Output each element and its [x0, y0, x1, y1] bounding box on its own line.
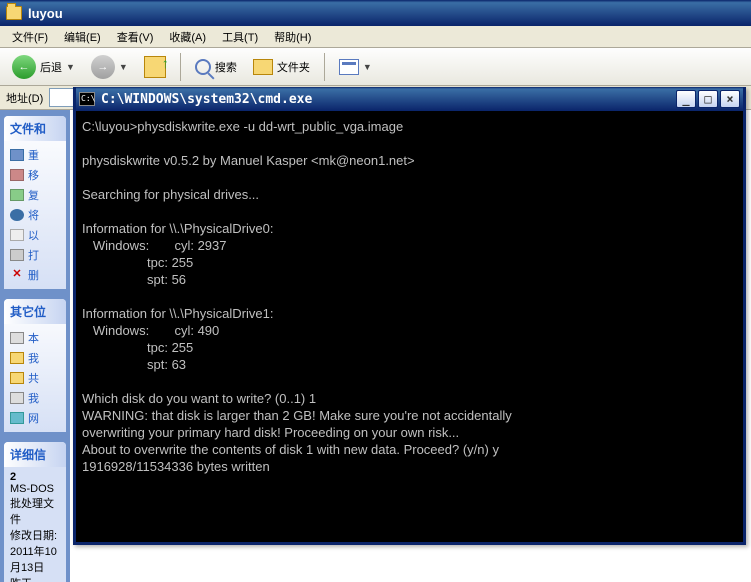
menu-fav[interactable]: 收藏(A)	[161, 27, 214, 47]
place-label: 共	[28, 370, 39, 386]
place-drive[interactable]: 本	[10, 328, 60, 348]
place-docs[interactable]: 我	[10, 348, 60, 368]
folders-icon	[253, 59, 273, 75]
task-rename[interactable]: 重	[10, 145, 60, 165]
search-label: 搜索	[215, 59, 237, 75]
explorer-titlebar[interactable]: luyou	[0, 0, 751, 26]
panel-header[interactable]: 文件和	[4, 116, 66, 141]
back-icon: ←	[12, 55, 36, 79]
details-type: MS-DOS 批处理文件	[10, 483, 60, 527]
explorer-title: luyou	[28, 6, 63, 21]
address-label: 地址(D)	[6, 90, 43, 106]
folder-icon	[10, 372, 24, 384]
chevron-down-icon: ▼	[119, 62, 128, 72]
menu-view[interactable]: 查看(V)	[109, 27, 162, 47]
menu-help[interactable]: 帮助(H)	[266, 27, 319, 47]
task-label: 复	[28, 187, 39, 203]
chevron-down-icon: ▼	[363, 62, 372, 72]
folder-icon	[10, 352, 24, 364]
details-name: 2	[10, 471, 16, 483]
place-label: 我	[28, 390, 39, 406]
place-label: 我	[28, 350, 39, 366]
views-button[interactable]: ▼	[333, 56, 378, 78]
task-email[interactable]: 以	[10, 225, 60, 245]
separator	[324, 53, 325, 81]
cmd-icon: C:\	[79, 92, 95, 106]
forward-icon: →	[91, 55, 115, 79]
place-label: 网	[28, 410, 39, 426]
computer-icon	[10, 392, 24, 404]
task-copy[interactable]: 复	[10, 185, 60, 205]
file-tasks-panel: 文件和 重 移 复 将 以 打 ✕删	[4, 116, 66, 289]
task-label: 重	[28, 147, 39, 163]
minimize-button[interactable]: _	[676, 90, 696, 108]
task-label: 打	[28, 247, 39, 263]
task-web[interactable]: 将	[10, 205, 60, 225]
close-button[interactable]: ×	[720, 90, 740, 108]
panel-header[interactable]: 其它位	[4, 299, 66, 324]
menu-tools[interactable]: 工具(T)	[214, 27, 266, 47]
details-time-label: 昨天,	[10, 578, 35, 582]
task-label: 将	[28, 207, 39, 223]
drive-icon	[10, 332, 24, 344]
place-label: 本	[28, 330, 39, 346]
task-print[interactable]: 打	[10, 245, 60, 265]
up-folder-icon	[144, 56, 166, 78]
menu-bar: 文件(F) 编辑(E) 查看(V) 收藏(A) 工具(T) 帮助(H)	[0, 26, 751, 48]
menu-edit[interactable]: 编辑(E)	[56, 27, 109, 47]
back-button[interactable]: ← 后退 ▼	[6, 52, 81, 82]
task-label: 移	[28, 167, 39, 183]
panel-header[interactable]: 详细信	[4, 442, 66, 467]
delete-icon: ✕	[10, 269, 24, 281]
details-mod-date: 2011年10月13日	[10, 546, 57, 574]
menu-file[interactable]: 文件(F)	[4, 27, 56, 47]
cmd-window[interactable]: C:\ C:\WINDOWS\system32\cmd.exe _ □ × C:…	[73, 87, 746, 545]
task-delete[interactable]: ✕删	[10, 265, 60, 285]
place-computer[interactable]: 我	[10, 388, 60, 408]
place-share[interactable]: 共	[10, 368, 60, 388]
search-button[interactable]: 搜索	[189, 56, 243, 78]
views-icon	[339, 59, 359, 75]
maximize-button[interactable]: □	[698, 90, 718, 108]
copy-icon	[10, 189, 24, 201]
folders-button[interactable]: 文件夹	[247, 56, 316, 78]
details-panel: 详细信 2 MS-DOS 批处理文件 修改日期: 2011年10月13日 昨天,…	[4, 442, 66, 582]
back-label: 后退	[40, 59, 62, 75]
task-label: 以	[28, 227, 39, 243]
details-mod-label: 修改日期:	[10, 530, 57, 542]
task-move[interactable]: 移	[10, 165, 60, 185]
network-icon	[10, 412, 24, 424]
move-icon	[10, 169, 24, 181]
toolbar: ← 后退 ▼ → ▼ 搜索 文件夹 ▼	[0, 48, 751, 86]
folder-icon	[6, 6, 22, 20]
web-icon	[10, 209, 24, 221]
email-icon	[10, 229, 24, 241]
place-network[interactable]: 网	[10, 408, 60, 428]
rename-icon	[10, 149, 24, 161]
separator	[180, 53, 181, 81]
other-places-panel: 其它位 本 我 共 我 网	[4, 299, 66, 432]
task-label: 删	[28, 267, 39, 283]
task-pane: 文件和 重 移 复 将 以 打 ✕删 其它位 本 我 共 我 网 详细信	[0, 110, 70, 582]
cmd-output[interactable]: C:\luyou>physdiskwrite.exe -u dd-wrt_pub…	[76, 111, 743, 542]
cmd-title: C:\WINDOWS\system32\cmd.exe	[101, 92, 676, 107]
up-button[interactable]	[138, 53, 172, 81]
chevron-down-icon: ▼	[66, 62, 75, 72]
forward-button[interactable]: → ▼	[85, 52, 134, 82]
print-icon	[10, 249, 24, 261]
search-icon	[195, 59, 211, 75]
cmd-titlebar[interactable]: C:\ C:\WINDOWS\system32\cmd.exe _ □ ×	[76, 87, 743, 111]
folders-label: 文件夹	[277, 59, 310, 75]
